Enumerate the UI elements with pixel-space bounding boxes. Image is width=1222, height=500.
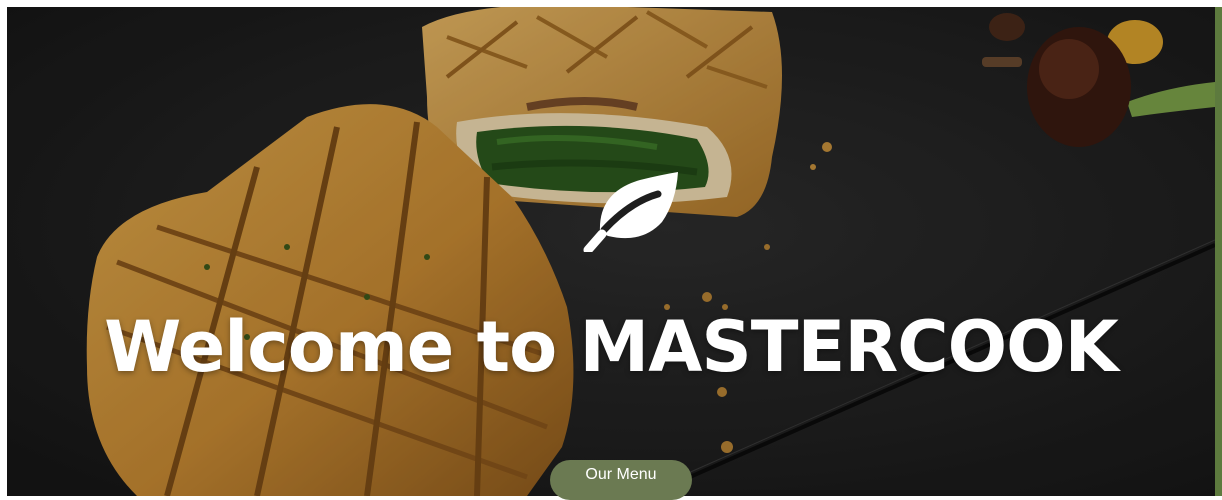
page-frame: Welcome to MASTERCOOK Our Menu bbox=[0, 0, 1222, 500]
page-edge-accent bbox=[1215, 7, 1222, 496]
our-menu-button[interactable]: Our Menu bbox=[550, 460, 692, 500]
hero-title: Welcome to MASTERCOOK bbox=[104, 306, 1119, 388]
leaf-icon bbox=[583, 172, 678, 252]
hero-section: Welcome to MASTERCOOK bbox=[7, 7, 1215, 496]
